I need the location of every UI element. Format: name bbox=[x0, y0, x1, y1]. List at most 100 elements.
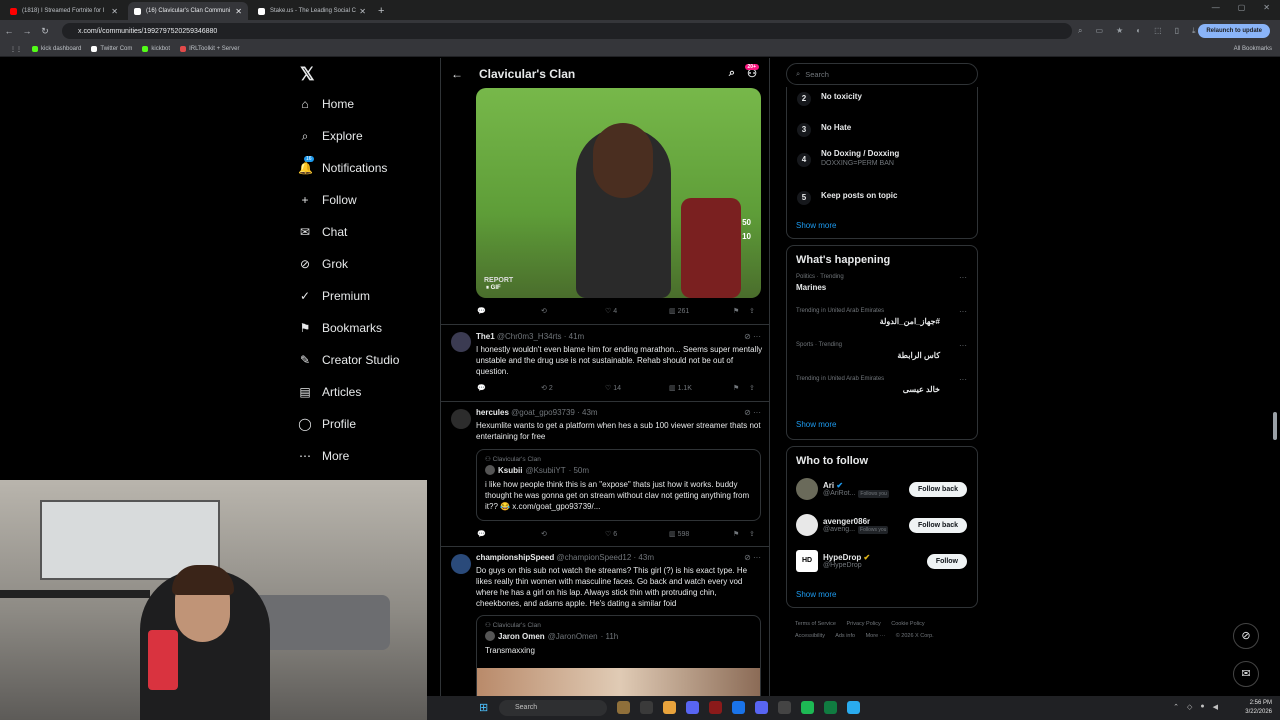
minimize-icon[interactable]: — bbox=[1212, 3, 1220, 12]
relaunch-button[interactable]: Relaunch to update bbox=[1198, 24, 1270, 38]
author-handle[interactable]: @Chr0m3_H34rts bbox=[497, 332, 562, 341]
close-window-icon[interactable]: ✕ bbox=[1263, 3, 1270, 12]
follow-back-button[interactable]: Follow back bbox=[908, 517, 967, 533]
file-explorer-icon[interactable] bbox=[663, 701, 676, 714]
avatar[interactable] bbox=[796, 514, 818, 536]
footer-link[interactable]: Terms of Service bbox=[795, 621, 836, 627]
trend-item[interactable]: Sports · Trending كاس الرابطة ··· bbox=[787, 338, 977, 372]
quoted-post[interactable]: ⚇ Clavicular's Clan Ksubii @KsubiiYT · 5… bbox=[476, 449, 761, 521]
footer-link[interactable]: More ··· bbox=[866, 633, 886, 639]
close-icon[interactable]: ✕ bbox=[359, 7, 366, 16]
speaker-icon[interactable]: ◀ bbox=[1213, 703, 1218, 711]
maximize-icon[interactable]: ▢ bbox=[1238, 3, 1246, 12]
more-icon[interactable]: ⊘ ··· bbox=[744, 408, 761, 417]
telegram-icon[interactable] bbox=[847, 701, 860, 714]
more-icon[interactable]: ··· bbox=[959, 273, 967, 282]
bookmark-icon[interactable]: ⚑ bbox=[733, 307, 749, 315]
nav-premium[interactable]: ✓ Premium bbox=[298, 280, 438, 312]
repost-icon[interactable]: ⟲ bbox=[541, 307, 605, 315]
network-icon[interactable]: ◇ bbox=[1187, 703, 1192, 711]
views-button[interactable]: ▥ 261 bbox=[669, 307, 733, 315]
nav-more[interactable]: ⋯ More bbox=[298, 440, 438, 472]
footer-link[interactable]: Accessibility bbox=[795, 633, 825, 639]
like-button[interactable]: ♡ 6 bbox=[605, 530, 669, 538]
spotify-icon[interactable] bbox=[801, 701, 814, 714]
sidebar-icon[interactable]: ▯ bbox=[1175, 26, 1179, 36]
more-icon[interactable]: ⊘ ··· bbox=[744, 332, 761, 341]
gif-badge[interactable]: ⏸ GIF bbox=[486, 285, 501, 292]
post[interactable]: hercules @goat_gpo93739 · 43m ⊘ ··· Hexu… bbox=[441, 402, 769, 547]
x-logo-icon[interactable]: 𝕏 bbox=[300, 64, 438, 88]
follow-suggestion[interactable]: Ari ✔ @AriRot... Follows you Follow back bbox=[787, 471, 977, 507]
trend-item[interactable]: Trending in United Arab Emirates خالد عيس… bbox=[787, 372, 977, 406]
scrollbar-thumb[interactable] bbox=[1273, 412, 1277, 440]
post[interactable]: championshipSpeed @championSpeed12 · 43m… bbox=[441, 547, 769, 696]
footer-link[interactable]: Privacy Policy bbox=[847, 621, 881, 627]
avatar[interactable] bbox=[451, 409, 471, 429]
views-button[interactable]: ▥ 598 bbox=[669, 530, 733, 538]
excel-icon[interactable] bbox=[824, 701, 837, 714]
search-icon[interactable]: ⌕ bbox=[729, 67, 735, 80]
like-button[interactable]: ♡ 4 bbox=[605, 307, 669, 315]
chevron-up-icon[interactable]: ⌃ bbox=[1173, 703, 1179, 711]
reply-icon[interactable]: 💬 bbox=[477, 530, 541, 538]
show-more-link[interactable]: Show more bbox=[787, 420, 845, 429]
bookmark-kickbot[interactable]: kickbot bbox=[142, 46, 170, 52]
more-icon[interactable]: ··· bbox=[959, 375, 967, 384]
follow-suggestion[interactable]: HD HypeDrop ✔ @HypeDrop Follow bbox=[787, 543, 977, 579]
gif-media[interactable]: 50 10 REPORT ⏸ GIF bbox=[476, 88, 761, 298]
more-icon[interactable]: ⊘ ··· bbox=[744, 553, 761, 562]
nav-creator-studio[interactable]: ✎ Creator Studio bbox=[298, 344, 438, 376]
browser-tab-youtube[interactable]: (1818) I Streamed Fortnite for I ✕ bbox=[4, 2, 124, 20]
puzzle-icon[interactable]: ⬚ bbox=[1154, 26, 1162, 36]
post[interactable]: The1 @Chr0m3_H34rts · 41m ⊘ ··· I honest… bbox=[441, 325, 769, 402]
url-input[interactable]: x.com/i/communities/1992797520259346880 bbox=[62, 23, 1072, 39]
back-icon[interactable]: ← bbox=[0, 26, 18, 36]
nav-bookmarks[interactable]: ⚑ Bookmarks bbox=[298, 312, 438, 344]
author-name[interactable]: hercules bbox=[476, 408, 509, 417]
task-view-icon[interactable] bbox=[640, 701, 653, 714]
share-icon[interactable]: ⇪ bbox=[749, 307, 765, 315]
apps-icon[interactable]: ⋮⋮ bbox=[10, 46, 22, 53]
new-tab-icon[interactable]: + bbox=[378, 2, 384, 20]
reply-icon[interactable]: 💬 bbox=[477, 384, 541, 392]
forward-icon[interactable]: → bbox=[18, 26, 36, 36]
mic-icon[interactable]: ● bbox=[1200, 703, 1204, 711]
windows-start-icon[interactable]: ⊞ bbox=[479, 701, 492, 714]
author-handle[interactable]: @championSpeed12 bbox=[556, 553, 631, 562]
author-name[interactable]: championshipSpeed bbox=[476, 553, 554, 562]
hypedrop-logo-icon[interactable]: HD bbox=[796, 550, 818, 572]
zoom-icon[interactable]: ⌕ bbox=[1078, 26, 1082, 36]
more-icon[interactable]: ··· bbox=[959, 307, 967, 316]
nav-explore[interactable]: ⌕ Explore bbox=[298, 120, 438, 152]
nav-grok[interactable]: ⊘ Grok bbox=[298, 248, 438, 280]
chrome-icon[interactable] bbox=[732, 701, 745, 714]
nav-follow[interactable]: + Follow bbox=[298, 184, 438, 216]
quoted-post[interactable]: ⚇ Clavicular's Clan Jaron Omen @JaronOme… bbox=[476, 615, 761, 696]
show-more-link[interactable]: Show more bbox=[787, 590, 845, 599]
bookmark-twitter[interactable]: Twitter Com bbox=[91, 46, 132, 52]
cast-icon[interactable]: ▭ bbox=[1095, 26, 1103, 36]
author-handle[interactable]: @goat_gpo93739 bbox=[511, 408, 575, 417]
follow-button[interactable]: Follow bbox=[926, 553, 967, 569]
bookmark-irltoolkit[interactable]: IRLToolkit + Server bbox=[180, 46, 239, 52]
extension-icon[interactable]: ◐ bbox=[1136, 26, 1141, 36]
star-icon[interactable]: ★ bbox=[1116, 26, 1123, 36]
clock[interactable]: 2:56 PM 3/22/2026 bbox=[1245, 699, 1272, 717]
close-icon[interactable]: ✕ bbox=[111, 7, 118, 16]
messages-floating-icon[interactable]: ✉ bbox=[1233, 661, 1259, 687]
reload-icon[interactable]: ↻ bbox=[36, 26, 54, 37]
grok-floating-icon[interactable]: ⊘ bbox=[1233, 623, 1259, 649]
download-icon[interactable]: ⤓ bbox=[1192, 26, 1196, 36]
close-icon[interactable]: ✕ bbox=[235, 7, 242, 16]
obs-icon[interactable] bbox=[709, 701, 722, 714]
nav-chat[interactable]: ✉ Chat bbox=[298, 216, 438, 248]
show-more-link[interactable]: Show more bbox=[787, 221, 845, 230]
taskbar-search[interactable]: Search bbox=[499, 700, 607, 716]
avatar[interactable] bbox=[451, 332, 471, 352]
nav-profile[interactable]: ◯ Profile bbox=[298, 408, 438, 440]
share-icon[interactable]: ⇪ bbox=[749, 530, 765, 538]
footer-link[interactable]: Ads info bbox=[835, 633, 855, 639]
repost-button[interactable]: ⟲ 2 bbox=[541, 384, 605, 392]
bookmark-kick-dashboard[interactable]: kick dashboard bbox=[32, 46, 81, 52]
